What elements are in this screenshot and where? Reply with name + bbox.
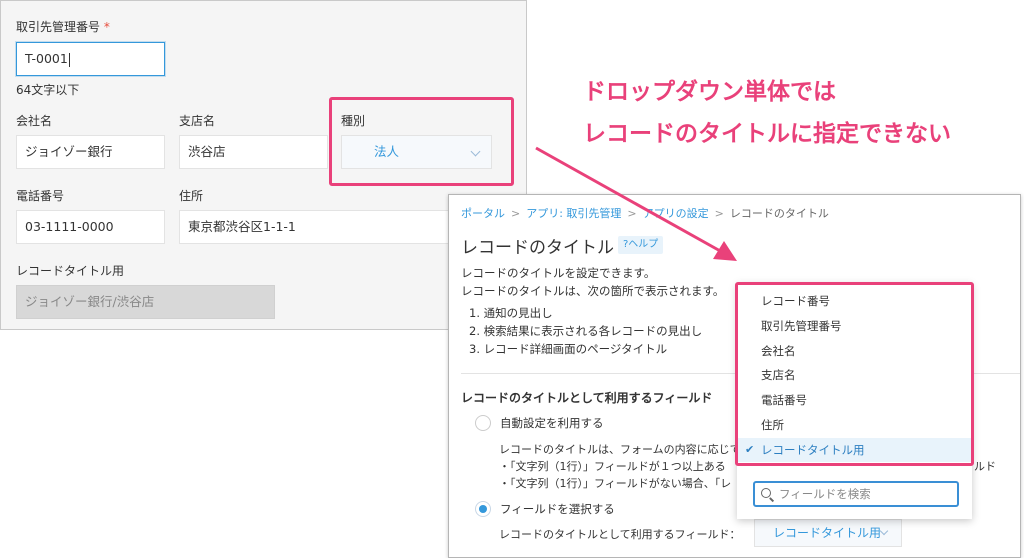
phone-input[interactable]: 03-1111-0000 bbox=[16, 210, 165, 244]
address-input[interactable]: 東京都渋谷区1-1-1 bbox=[179, 210, 469, 244]
radio-auto[interactable] bbox=[475, 415, 491, 431]
client-no-hint: 64文字以下 bbox=[16, 83, 80, 97]
annotation-line-1: ドロップダウン単体では bbox=[583, 79, 836, 105]
search-icon bbox=[761, 488, 771, 498]
text-caret bbox=[68, 52, 70, 67]
field-search-placeholder: フィールドを検索 bbox=[779, 487, 871, 501]
radio-auto-label: 自動設定を利用する bbox=[500, 416, 604, 430]
field-select-label: レコードのタイトルとして利用するフィールド： bbox=[499, 528, 741, 541]
client-no-input[interactable]: T-0001 bbox=[16, 42, 165, 76]
breadcrumb-separator: > bbox=[714, 207, 724, 220]
auto-description-2-tail: ルド bbox=[974, 460, 996, 473]
breadcrumb-current: レコードのタイトル bbox=[729, 207, 829, 220]
breadcrumb-separator: > bbox=[511, 207, 521, 220]
location-list-item: 3. レコード詳細画面のページタイトル bbox=[469, 342, 668, 356]
title-field-select[interactable]: レコードタイトル用 bbox=[754, 519, 902, 547]
annotation-line-2: レコードのタイトルに指定できない bbox=[583, 121, 951, 147]
description-2: レコードのタイトルは、次の箇所で表示されます。 bbox=[461, 284, 725, 298]
breadcrumb-separator: > bbox=[627, 207, 637, 220]
record-title-label: レコードタイトル用 bbox=[16, 264, 125, 278]
help-button[interactable]: ?ヘルプ bbox=[618, 236, 664, 254]
auto-description-2: ・「文字列（1行）」フィールドが１つ以上ある bbox=[499, 460, 726, 473]
options-highlight bbox=[735, 282, 974, 466]
chevron-down-icon bbox=[879, 526, 889, 536]
auto-description-1: レコードのタイトルは、フォームの内容に応じてﾚ bbox=[499, 443, 747, 456]
required-mark: * bbox=[103, 20, 110, 34]
description-1: レコードのタイトルを設定できます。 bbox=[461, 266, 656, 280]
title-field-select-value: レコードタイトル用 bbox=[773, 526, 882, 540]
auto-description-3: ・「文字列（1行）」フィールドがない場合、「レ bbox=[499, 477, 732, 490]
address-label: 住所 bbox=[179, 189, 204, 203]
page-title: レコードのタイトル bbox=[461, 238, 614, 258]
section-title: レコードのタイトルとして利用するフィールド bbox=[461, 391, 713, 405]
breadcrumb-app-settings[interactable]: アプリの設定 bbox=[643, 207, 709, 220]
location-list-item: 2. 検索結果に表示される各レコードの見出し bbox=[469, 324, 703, 338]
branch-label: 支店名 bbox=[179, 114, 216, 128]
branch-input[interactable]: 渋谷店 bbox=[179, 135, 328, 169]
radio-select-field[interactable] bbox=[475, 501, 491, 517]
client-no-label: 取引先管理番号 * bbox=[16, 20, 110, 34]
breadcrumb: ポータル > アプリ: 取引先管理 > アプリの設定 > レコードのタイトル bbox=[461, 205, 829, 221]
field-search-input[interactable]: フィールドを検索 bbox=[753, 481, 959, 507]
company-input[interactable]: ジョイゾー銀行 bbox=[16, 135, 165, 169]
company-label: 会社名 bbox=[16, 114, 53, 128]
record-title-input: ジョイゾー銀行/渋谷店 bbox=[16, 285, 275, 319]
phone-label: 電話番号 bbox=[16, 189, 65, 203]
radio-select-field-label: フィールドを選択する bbox=[500, 502, 615, 516]
location-list-item: 1. 通知の見出し bbox=[469, 306, 553, 320]
dropdown-field-highlight bbox=[329, 97, 514, 186]
breadcrumb-portal[interactable]: ポータル bbox=[461, 207, 505, 220]
breadcrumb-app[interactable]: アプリ: 取引先管理 bbox=[526, 207, 621, 220]
